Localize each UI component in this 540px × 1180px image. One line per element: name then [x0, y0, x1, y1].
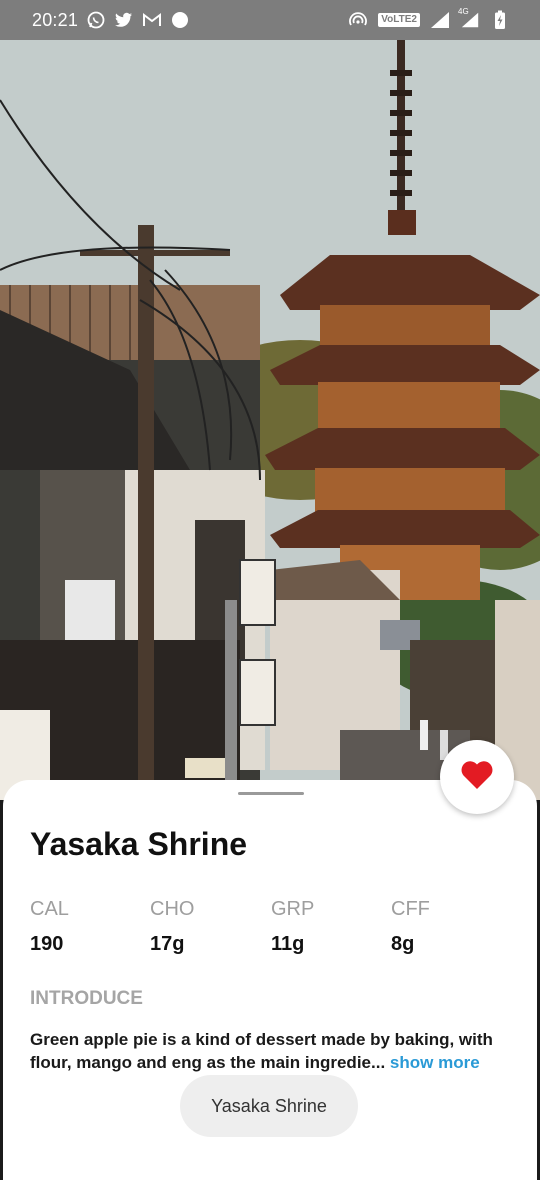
battery-charging-icon — [490, 10, 510, 30]
drag-handle[interactable] — [238, 792, 304, 795]
stat-label: CFF — [391, 898, 430, 920]
hero-image — [0, 40, 540, 800]
pagoda-street-photo — [0, 40, 540, 800]
stat-label: CHO — [150, 898, 195, 920]
hotspot-icon — [348, 10, 368, 30]
gmail-icon — [142, 10, 162, 30]
status-bar: 20:21 VoLTE2 4G — [0, 0, 540, 40]
description: Green apple pie is a kind of dessert mad… — [30, 1028, 520, 1074]
stat-value: 8g — [391, 933, 415, 955]
volte-badge: VoLTE2 — [378, 13, 420, 27]
stat-cff: CFF 8g — [391, 898, 430, 956]
stat-label: GRP — [271, 898, 315, 920]
stat-label: CAL — [30, 898, 69, 920]
introduce-label: INTRODUCE — [30, 988, 143, 1009]
circle-dot-icon — [170, 10, 190, 30]
signal-4g-icon: 4G — [458, 7, 480, 30]
detail-sheet: Yasaka Shrine CAL 190 CHO 17g GRP 11g CF… — [3, 780, 537, 1180]
stat-value: 17g — [150, 933, 185, 955]
stat-value: 11g — [271, 933, 305, 955]
stat-value: 190 — [30, 933, 64, 955]
whatsapp-icon — [86, 10, 106, 30]
place-name-button[interactable]: Yasaka Shrine — [180, 1075, 358, 1137]
stat-cho: CHO 17g — [150, 898, 194, 956]
show-more-link[interactable]: show more — [390, 1053, 480, 1072]
heart-icon — [460, 760, 494, 795]
stat-cal: CAL 190 — [30, 898, 69, 956]
stat-grp: GRP 11g — [271, 898, 314, 956]
status-time: 20:21 — [32, 9, 79, 30]
network-type-label: 4G — [458, 7, 469, 16]
twitter-icon — [114, 10, 134, 30]
signal-icon — [430, 10, 450, 30]
place-title: Yasaka Shrine — [30, 826, 248, 862]
favorite-button[interactable] — [440, 740, 514, 814]
